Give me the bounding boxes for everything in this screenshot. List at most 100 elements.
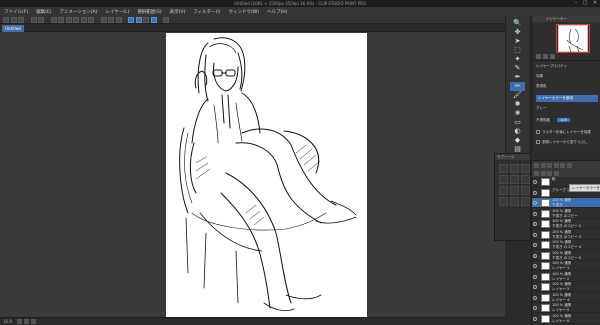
visibility-eye-icon[interactable] [533, 180, 537, 184]
menu-filter[interactable]: フィルター(I) [193, 9, 220, 15]
menu-layer[interactable]: レイヤー(L) [105, 9, 129, 15]
layer-row[interactable]: 100 % 通常 下書き のコピー 3 [532, 230, 600, 240]
zoom-in-icon[interactable] [23, 319, 29, 324]
sub-tool-slot[interactable] [499, 175, 508, 184]
visibility-eye-icon[interactable] [533, 211, 537, 216]
mask-icon[interactable] [566, 162, 572, 168]
auto-select-tool-button[interactable]: ✦ [510, 55, 525, 64]
sub-tool-slot[interactable] [521, 164, 530, 173]
visibility-eye-icon[interactable] [533, 190, 537, 195]
reference-checkbox-row[interactable]: 参照レイヤーから塗りつぶし [536, 139, 587, 145]
zoom-out-icon[interactable] [16, 319, 22, 324]
decoration-tool-button[interactable]: ❀ [510, 109, 525, 118]
zoom-out-icon[interactable] [536, 54, 541, 59]
sub-tool-slot[interactable] [521, 175, 530, 184]
flip-icon[interactable] [115, 16, 122, 23]
rotate-icon[interactable] [108, 16, 114, 23]
new-folder-icon[interactable] [547, 170, 552, 176]
layer-row[interactable]: 100 % 通常 下書き のコピー 5 [532, 251, 600, 261]
visibility-eye-icon[interactable] [533, 306, 537, 310]
sub-tool-slot[interactable] [499, 186, 508, 195]
layer-name[interactable]: 下書き のコピー 3 [552, 235, 581, 240]
sub-tool-slot[interactable] [521, 197, 530, 206]
snap-grid-icon[interactable] [143, 16, 149, 23]
visibility-eye-icon[interactable] [533, 264, 537, 268]
rotate-view-icon[interactable] [30, 319, 36, 324]
eraser-tool-button[interactable]: ▭ [510, 118, 525, 127]
layer-row[interactable]: 100 % 通常 レイヤー 1 [532, 261, 600, 271]
settings-icon[interactable] [163, 16, 169, 23]
save-icon[interactable] [18, 16, 24, 23]
menu-view[interactable]: 表示(V) [170, 9, 186, 15]
sub-tool-slot[interactable] [510, 197, 519, 206]
sub-tool-slot[interactable] [510, 175, 519, 184]
clear-icon[interactable] [50, 16, 57, 23]
sub-tool-slot[interactable] [499, 164, 508, 173]
maximize-button[interactable]: □ [580, 0, 590, 7]
layer-row[interactable]: 100 % 通常 下書き のコピー 2 [532, 219, 600, 229]
new-raster-layer-icon[interactable] [534, 170, 539, 176]
expand-selection-icon[interactable] [80, 16, 87, 23]
fit-view-icon[interactable] [550, 54, 555, 59]
sub-tool-slot[interactable] [510, 164, 519, 173]
eyedropper-tool-button[interactable]: ✎ [510, 64, 525, 73]
layer-name[interactable]: 下書き のコピー 5 [552, 256, 581, 261]
protect-checkbox[interactable] [536, 130, 540, 134]
brush-tool-button[interactable]: 🖌 [510, 91, 525, 100]
new-file-icon[interactable] [3, 16, 9, 23]
menu-help[interactable]: ヘルプ(H) [267, 9, 287, 15]
menu-animation[interactable]: アニメーション(A) [59, 9, 97, 15]
visibility-eye-icon[interactable] [533, 243, 537, 247]
snap-ruler-icon[interactable] [128, 16, 134, 23]
layer-color-icon[interactable] [560, 162, 565, 168]
pencil-tool-button[interactable]: ✏ [510, 82, 525, 91]
reference-checkbox[interactable] [536, 140, 540, 144]
layer-name[interactable]: レイヤー 1 [552, 266, 569, 271]
shrink-selection-icon[interactable] [88, 16, 94, 23]
blend-mode-icon[interactable] [534, 162, 539, 168]
visibility-eye-icon[interactable] [533, 201, 537, 205]
snap-perspective-icon[interactable] [150, 16, 157, 23]
open-file-icon[interactable] [10, 16, 17, 23]
layer-row[interactable]: 100 % 通常 レイヤー 4 [532, 293, 600, 303]
layer-row[interactable]: 100 % 通常 下書き のコピー 4 [532, 240, 600, 250]
invert-selection-icon[interactable] [73, 16, 79, 23]
move-tool-button[interactable]: ✥ [510, 28, 525, 37]
layer-color-value[interactable]: グレー [536, 105, 547, 111]
selection-tool-button[interactable]: ⬚ [510, 46, 525, 55]
snap-special-ruler-icon[interactable] [135, 16, 142, 23]
blend-tool-button[interactable]: ◐ [510, 127, 525, 136]
operation-tool-button[interactable]: ➤ [510, 37, 525, 46]
menu-edit[interactable]: 編集(E) [36, 9, 51, 15]
layer-row[interactable]: 100 % 通常 下書き のコピー [532, 209, 600, 219]
delete-layer-icon[interactable] [553, 170, 559, 176]
layer-name[interactable]: レイヤー 3 [552, 287, 569, 292]
layer-name[interactable]: 下書き のコピー 4 [552, 245, 581, 250]
zoom-level[interactable]: 16.9 [3, 319, 12, 324]
sub-tool-slot[interactable] [510, 186, 519, 195]
visibility-eye-icon[interactable] [533, 285, 537, 289]
sub-tool-slot[interactable] [521, 186, 530, 195]
redo-icon[interactable] [38, 16, 44, 23]
layer-row[interactable]: 100 % 通常 レイヤー 5 [532, 303, 600, 313]
layer-name[interactable]: 下書き のコピー 2 [552, 224, 581, 229]
sub-tool-slot[interactable] [499, 197, 508, 206]
protect-checkbox-row[interactable]: ラスター化後にレイヤーを保護 [536, 129, 591, 135]
visibility-eye-icon[interactable] [533, 222, 537, 226]
visibility-eye-icon[interactable] [533, 274, 537, 279]
visibility-eye-icon[interactable] [533, 232, 537, 237]
zoom-in-icon[interactable] [543, 54, 548, 59]
menu-window[interactable]: ウィンドウ(W) [229, 9, 259, 15]
layer-row[interactable]: 100 % 通常 レイヤー 6 [532, 314, 600, 324]
layer-name[interactable]: レイヤー 2 [552, 277, 569, 282]
close-button[interactable]: ✕ [590, 0, 600, 7]
undo-icon[interactable] [30, 16, 37, 23]
pen-tool-button[interactable]: ✒ [510, 73, 525, 82]
new-vector-layer-icon[interactable] [540, 170, 546, 176]
layer-name[interactable]: 下書き [552, 203, 563, 208]
navigator-view-frame[interactable] [556, 24, 590, 53]
layer-row[interactable]: 100 % 通常 レイヤー 3 [532, 282, 600, 292]
drawing-canvas[interactable] [166, 33, 367, 318]
canvas-tab[interactable]: Untitled [2, 25, 24, 32]
visibility-eye-icon[interactable] [533, 295, 537, 300]
